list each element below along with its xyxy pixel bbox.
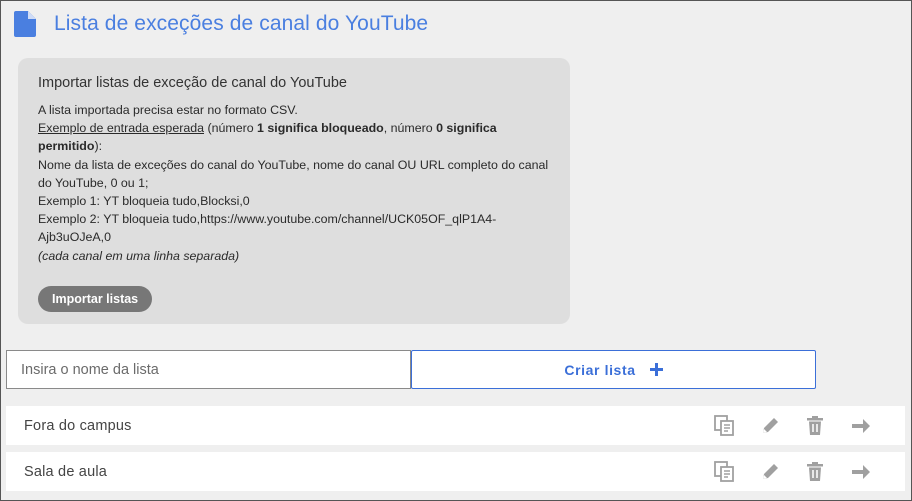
schema-line: Nome da lista de exceções do canal do Yo… [38,157,549,190]
list-row[interactable]: Fora do campus [6,406,905,445]
arrow-right-icon[interactable] [850,461,872,483]
plus-icon [649,363,663,376]
example-1-line: Exemplo 1: YT bloqueia tudo,Blocksi,0 [38,194,250,209]
example-bold-blocked: 1 significa bloqueado [257,121,384,136]
example-description: Exemplo de entrada esperada (número 1 si… [38,119,550,155]
example-text: , número [383,121,437,136]
import-panel-title: Importar listas de exceção de canal do Y… [38,75,347,91]
import-instructions: A lista importada precisa estar no forma… [38,101,550,265]
create-list-button[interactable]: Criar lista [411,350,816,389]
row-actions [713,461,905,483]
page-title: Lista de exceções de canal do YouTube [54,12,429,35]
note-line: (cada canal em uma linha separada) [38,248,240,263]
example-text: ): [94,139,103,154]
example-label: Exemplo de entrada esperada [38,121,205,136]
trash-icon[interactable] [804,415,826,437]
row-actions [713,415,905,437]
create-list-label: Criar lista [564,361,636,378]
copy-icon[interactable] [713,461,735,483]
example-text: (número [204,121,258,136]
page-header: Lista de exceções de canal do YouTube [14,10,428,38]
list-row[interactable]: Sala de aula [6,452,905,491]
list-name: Sala de aula [24,463,108,480]
document-icon [14,11,36,37]
copy-icon[interactable] [713,415,735,437]
example-2-line: Exemplo 2: YT bloqueia tudo,https://www.… [38,212,497,245]
import-lists-button[interactable]: Importar listas [38,286,153,312]
list-name: Fora do campus [24,417,132,434]
arrow-right-icon[interactable] [850,415,872,437]
list-name-input[interactable] [6,350,411,389]
pencil-icon[interactable] [759,415,781,437]
pencil-icon[interactable] [759,461,781,483]
import-panel: Importar listas de exceção de canal do Y… [18,58,570,324]
format-line: A lista importada precisa estar no forma… [38,103,298,117]
trash-icon[interactable] [804,461,826,483]
